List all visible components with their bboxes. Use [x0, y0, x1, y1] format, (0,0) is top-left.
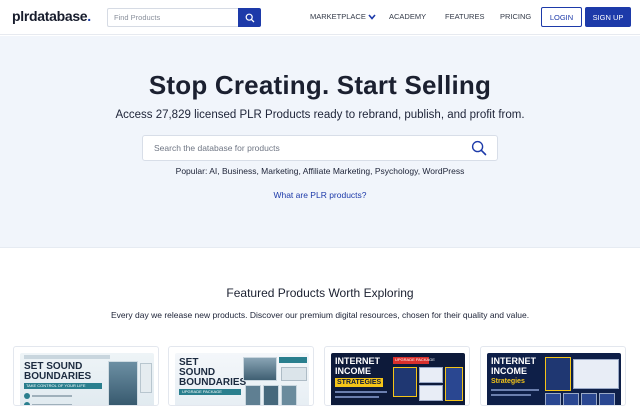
hero-title: Stop Creating. Start Selling	[148, 70, 492, 100]
product-cover-line2: INCOME	[335, 366, 371, 376]
logo-text: plrdatabase	[12, 8, 88, 24]
nav-pricing-label: PRICING	[500, 12, 532, 21]
hero-subtitle: Access 27,829 licensed PLR Products read…	[115, 109, 525, 121]
product-card[interactable]: SET SOUND BOUNDARIES TAKE CONTROL OF YOU…	[13, 346, 159, 406]
product-cover-tag: TAKE CONTROL OF YOUR LIFE	[26, 383, 86, 388]
signup-label: SIGN UP	[592, 12, 624, 22]
nav-marketplace-label: MARKETPLACE	[310, 12, 366, 21]
nav-marketplace[interactable]: MARKETPLACE	[310, 12, 376, 21]
featured-title: Featured Products Worth Exploring	[226, 286, 414, 300]
featured-description: Every day we release new products. Disco…	[110, 310, 530, 320]
product-cover-image: SET SOUND BOUNDARIES TAKE CONTROL OF YOU…	[20, 353, 154, 405]
site-logo[interactable]: plrdatabase.	[12, 8, 91, 24]
nav-features-label: FEATURES	[445, 12, 485, 21]
product-cover-line2: INCOME	[491, 366, 527, 376]
login-label: LOGIN	[549, 12, 574, 22]
what-are-plr-link[interactable]: What are PLR products?	[0, 190, 640, 200]
product-cover-line3: BOUNDARIES	[179, 377, 247, 388]
nav-pricing[interactable]: PRICING	[500, 12, 531, 21]
logo-dot: .	[87, 8, 91, 24]
search-icon[interactable]	[471, 140, 487, 156]
product-cover-image: SET SOUND BOUNDARIES UPGRADE PACKAGE	[175, 353, 309, 405]
product-cover-line1: INTERNET	[335, 356, 380, 366]
nav-academy-label: ACADEMY	[389, 12, 427, 21]
header-search-input[interactable]	[107, 8, 238, 27]
product-card[interactable]: INTERNET INCOME STRATEGIES UPGRADE PACKA…	[324, 346, 470, 406]
product-cover-image: INTERNET INCOME STRATEGIES UPGRADE PACKA…	[331, 353, 465, 405]
product-cover-line3: Strategies	[491, 378, 525, 385]
chevron-down-icon	[368, 13, 376, 20]
product-cover-image: INTERNET INCOME Strategies	[487, 353, 621, 405]
hero-search-input[interactable]	[143, 136, 463, 160]
product-cover-line3: STRATEGIES	[337, 379, 382, 386]
popular-categories[interactable]: Popular: AI, Business, Marketing, Affili…	[0, 166, 640, 176]
header-search-button[interactable]	[238, 8, 261, 27]
product-cover-line2: BOUNDARIES	[24, 371, 92, 382]
product-cover-tag: UPGRADE PACKAGE	[395, 357, 435, 362]
search-icon	[245, 13, 254, 22]
product-card[interactable]: SET SOUND BOUNDARIES UPGRADE PACKAGE	[168, 346, 314, 406]
product-card[interactable]: INTERNET INCOME Strategies	[480, 346, 626, 406]
product-cover-line1: INTERNET	[491, 356, 536, 366]
login-button[interactable]: LOGIN	[541, 7, 582, 27]
header-search	[107, 8, 261, 27]
top-navbar: plrdatabase. MARKETPLACE ACADEMY FEATURE…	[0, 0, 640, 35]
hero-search-box	[142, 135, 498, 161]
product-cover-tag: UPGRADE PACKAGE	[182, 389, 222, 394]
hero-section: Stop Creating. Start Selling Access 27,8…	[0, 36, 640, 248]
nav-features[interactable]: FEATURES	[445, 12, 484, 21]
nav-academy[interactable]: ACADEMY	[389, 12, 426, 21]
signup-button[interactable]: SIGN UP	[585, 7, 631, 27]
